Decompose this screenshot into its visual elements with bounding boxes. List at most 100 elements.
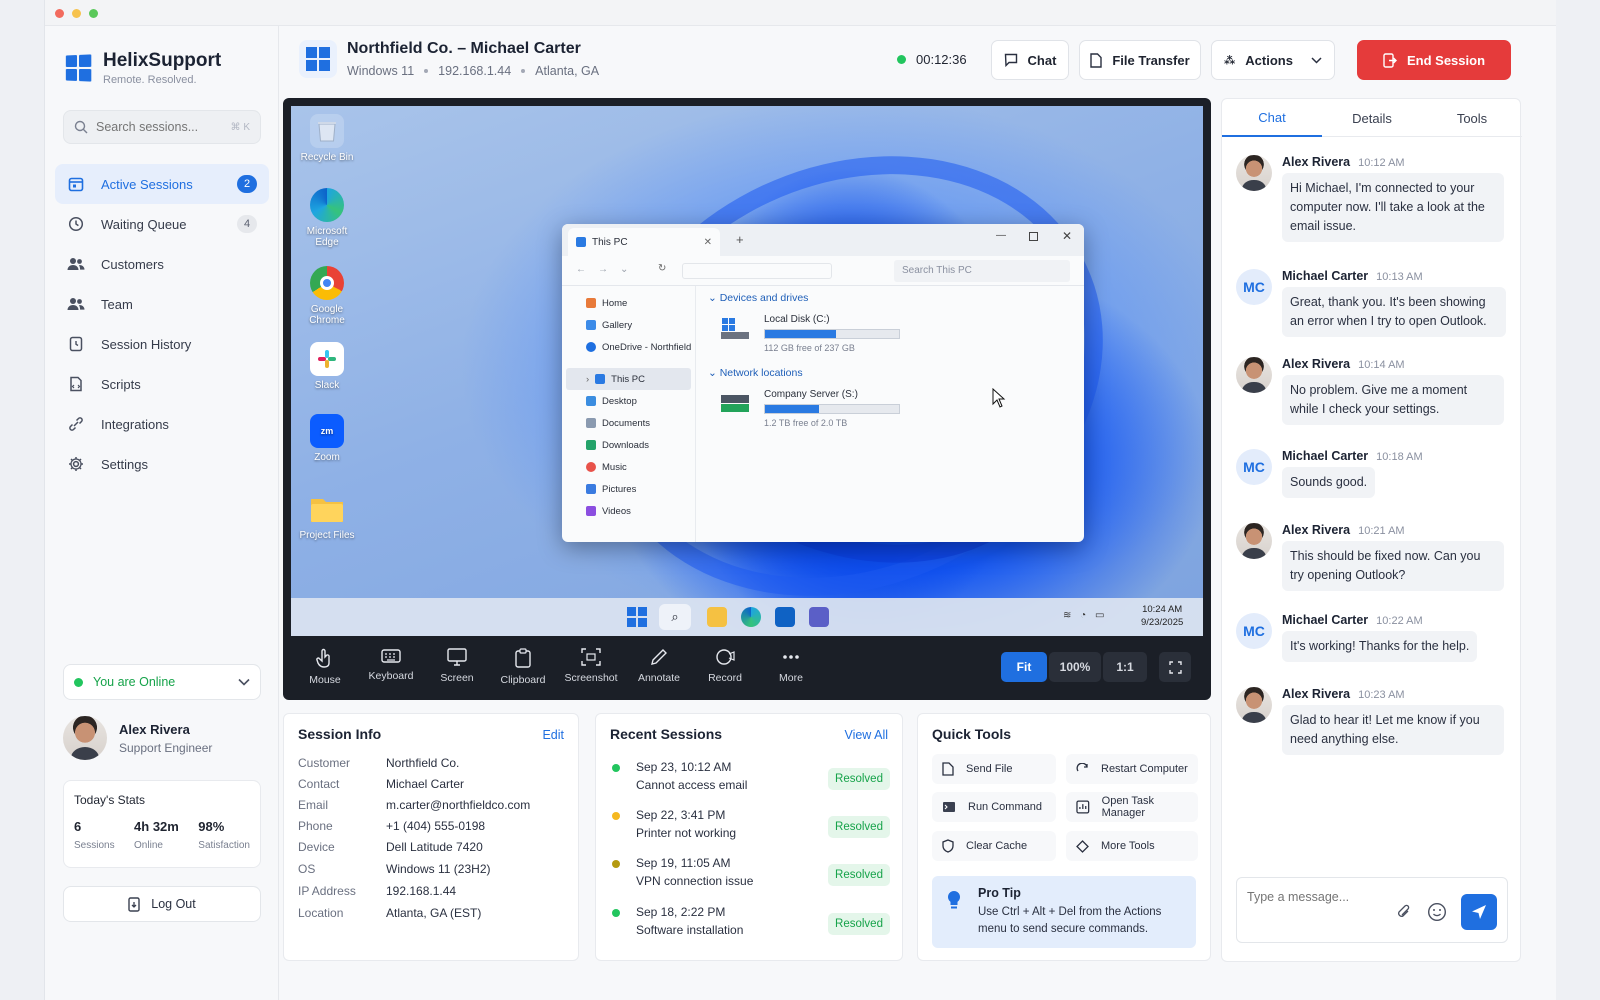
start-button-icon[interactable]: [627, 607, 647, 627]
tab-details[interactable]: Details: [1322, 99, 1422, 137]
run-command-button[interactable]: Run Command: [932, 792, 1056, 822]
explorer-nav-item[interactable]: Downloads: [562, 434, 695, 456]
mouse-tool[interactable]: Mouse: [295, 648, 355, 686]
chat-button[interactable]: Chat: [991, 40, 1069, 80]
explorer-nav-item[interactable]: OneDrive - Northfield: [562, 336, 695, 358]
file-explorer-taskbar-icon[interactable]: [707, 607, 727, 627]
zoom-1to1-button[interactable]: 1:1: [1103, 652, 1147, 682]
minimize-icon[interactable]: —: [996, 230, 1006, 241]
message-time: 10:12 AM: [1358, 157, 1405, 169]
explorer-nav-item[interactable]: Gallery: [562, 314, 695, 336]
restart-computer-button[interactable]: Restart Computer: [1066, 754, 1198, 784]
remote-screen[interactable]: Recycle Bin Microsoft Edge Google Chrome…: [283, 98, 1211, 700]
maximize-window-button[interactable]: [89, 9, 98, 18]
close-window-icon[interactable]: ✕: [1062, 229, 1072, 243]
recent-session-item[interactable]: Sep 18, 2:22 PM Software installation Re…: [612, 905, 892, 945]
sidebar-item-settings[interactable]: Settings: [55, 444, 269, 484]
desktop-icon-project-files[interactable]: Project Files: [299, 492, 355, 541]
user-profile[interactable]: Alex Rivera Support Engineer: [63, 716, 261, 760]
tip-text: Use Ctrl + Alt + Del from the Actions me…: [978, 906, 1162, 935]
teams-taskbar-icon[interactable]: [809, 607, 829, 627]
taskbar-clock[interactable]: 10:24 AM 9/23/2025: [1141, 603, 1183, 629]
taskbar-search-icon[interactable]: ⌕: [659, 604, 691, 630]
sidebar-item-session-history[interactable]: Session History: [55, 324, 269, 364]
address-field[interactable]: [682, 263, 832, 279]
system-tray-icons[interactable]: ≋ ◔ ▭: [1063, 610, 1107, 621]
keyboard-tool[interactable]: Keyboard: [361, 648, 421, 682]
recent-session-item[interactable]: Sep 23, 10:12 AM Cannot access email Res…: [612, 760, 892, 800]
sidebar-item-scripts[interactable]: Scripts: [55, 364, 269, 404]
sidebar-item-active-sessions[interactable]: Active Sessions 2: [55, 164, 269, 204]
more-tools-button[interactable]: More Tools: [1066, 831, 1198, 861]
clipboard-tool[interactable]: Clipboard: [493, 648, 553, 686]
annotate-tool[interactable]: Annotate: [629, 648, 689, 684]
edge-taskbar-icon[interactable]: [741, 607, 761, 627]
explorer-nav-item[interactable]: Home: [562, 292, 695, 314]
maximize-icon[interactable]: [1029, 232, 1038, 241]
new-tab-icon[interactable]: +: [736, 232, 744, 247]
desktop-icon-label: Recycle Bin: [300, 152, 354, 163]
clear-cache-button[interactable]: Clear Cache: [932, 831, 1056, 861]
session-search[interactable]: ⌘ K: [63, 110, 261, 144]
search-input[interactable]: [96, 120, 216, 134]
tab-tools[interactable]: Tools: [1422, 99, 1522, 137]
sidebar-item-team[interactable]: Team: [55, 284, 269, 324]
sidebar-item-label: Scripts: [101, 376, 141, 392]
screenshot-tool[interactable]: Screenshot: [561, 648, 621, 684]
drive-c[interactable]: Local Disk (C:) 112 GB free of 237 GB: [720, 314, 1068, 353]
explorer-nav-item[interactable]: Music: [562, 456, 695, 478]
zoom-100-button[interactable]: 100%: [1049, 652, 1101, 682]
minimize-window-button[interactable]: [72, 9, 81, 18]
recent-session-item[interactable]: Sep 22, 3:41 PM Printer not working Reso…: [612, 808, 892, 848]
sidebar-item-customers[interactable]: Customers: [55, 244, 269, 284]
logout-button[interactable]: Log Out: [63, 886, 261, 922]
desktop-icon-edge[interactable]: Microsoft Edge: [299, 188, 355, 248]
end-session-button[interactable]: End Session: [1357, 40, 1511, 80]
close-tab-icon[interactable]: ✕: [704, 237, 712, 248]
navigation-arrows-icon[interactable]: ←→⌄: [576, 264, 640, 275]
emoji-icon[interactable]: [1427, 902, 1447, 922]
open-task-manager-button[interactable]: Open Task Manager: [1066, 792, 1198, 822]
screen-tool[interactable]: Screen: [427, 648, 487, 684]
explorer-nav-item[interactable]: Desktop: [562, 390, 695, 412]
edit-session-info-link[interactable]: Edit: [542, 728, 564, 742]
send-button[interactable]: [1461, 894, 1497, 930]
paperclip-icon[interactable]: [1397, 904, 1411, 920]
stat-online: 4h 32m Online: [134, 819, 179, 851]
sidebar-item-integrations[interactable]: Integrations: [55, 404, 269, 444]
explorer-nav-item-selected[interactable]: › This PC: [566, 368, 691, 390]
message-input[interactable]: [1247, 890, 1387, 904]
desktop-icon-recycle-bin[interactable]: Recycle Bin: [299, 114, 355, 163]
refresh-icon[interactable]: ↻: [658, 263, 666, 274]
brand: HelixSupport Remote. Resolved.: [65, 50, 221, 86]
desktop-icon-chrome[interactable]: Google Chrome: [299, 266, 355, 326]
recent-session-item[interactable]: Sep 19, 11:05 AM VPN connection issue Re…: [612, 856, 892, 896]
network-header[interactable]: ⌄ Network locations: [708, 367, 1068, 379]
fullscreen-button[interactable]: [1159, 652, 1191, 682]
explorer-nav-item[interactable]: Videos: [562, 500, 695, 522]
sidebar-item-label: Team: [101, 296, 133, 312]
devices-header[interactable]: ⌄ Devices and drives: [708, 292, 1068, 304]
explorer-search[interactable]: Search This PC: [894, 260, 1070, 282]
actions-dropdown[interactable]: ⁂ Actions: [1211, 40, 1335, 80]
zoom-fit-button[interactable]: Fit: [1001, 652, 1047, 682]
close-window-button[interactable]: [55, 9, 64, 18]
tab-chat[interactable]: Chat: [1222, 99, 1322, 137]
explorer-nav-item[interactable]: Pictures: [562, 478, 695, 500]
explorer-nav-item[interactable]: Documents: [562, 412, 695, 434]
remote-desktop[interactable]: Recycle Bin Microsoft Edge Google Chrome…: [291, 106, 1203, 636]
drive-s[interactable]: Company Server (S:) 1.2 TB free of 2.0 T…: [720, 389, 1068, 428]
desktop-icon-label: Slack: [314, 380, 340, 391]
desktop-icon-zoom[interactable]: zm Zoom: [299, 414, 355, 463]
explorer-tab[interactable]: This PC ✕: [568, 228, 720, 256]
outlook-taskbar-icon[interactable]: [775, 607, 795, 627]
online-status-select[interactable]: You are Online: [63, 664, 261, 700]
view-all-link[interactable]: View All: [844, 728, 888, 742]
send-file-button[interactable]: Send File: [932, 754, 1056, 784]
more-tool[interactable]: More: [761, 648, 821, 684]
file-transfer-button[interactable]: File Transfer: [1079, 40, 1201, 80]
record-tool[interactable]: Record: [695, 648, 755, 684]
file-explorer-window[interactable]: This PC ✕ + — ✕ ←→⌄ ↻ Search This PC Hom…: [562, 224, 1084, 542]
sidebar-item-waiting-queue[interactable]: Waiting Queue 4: [55, 204, 269, 244]
desktop-icon-slack[interactable]: Slack: [299, 342, 355, 391]
